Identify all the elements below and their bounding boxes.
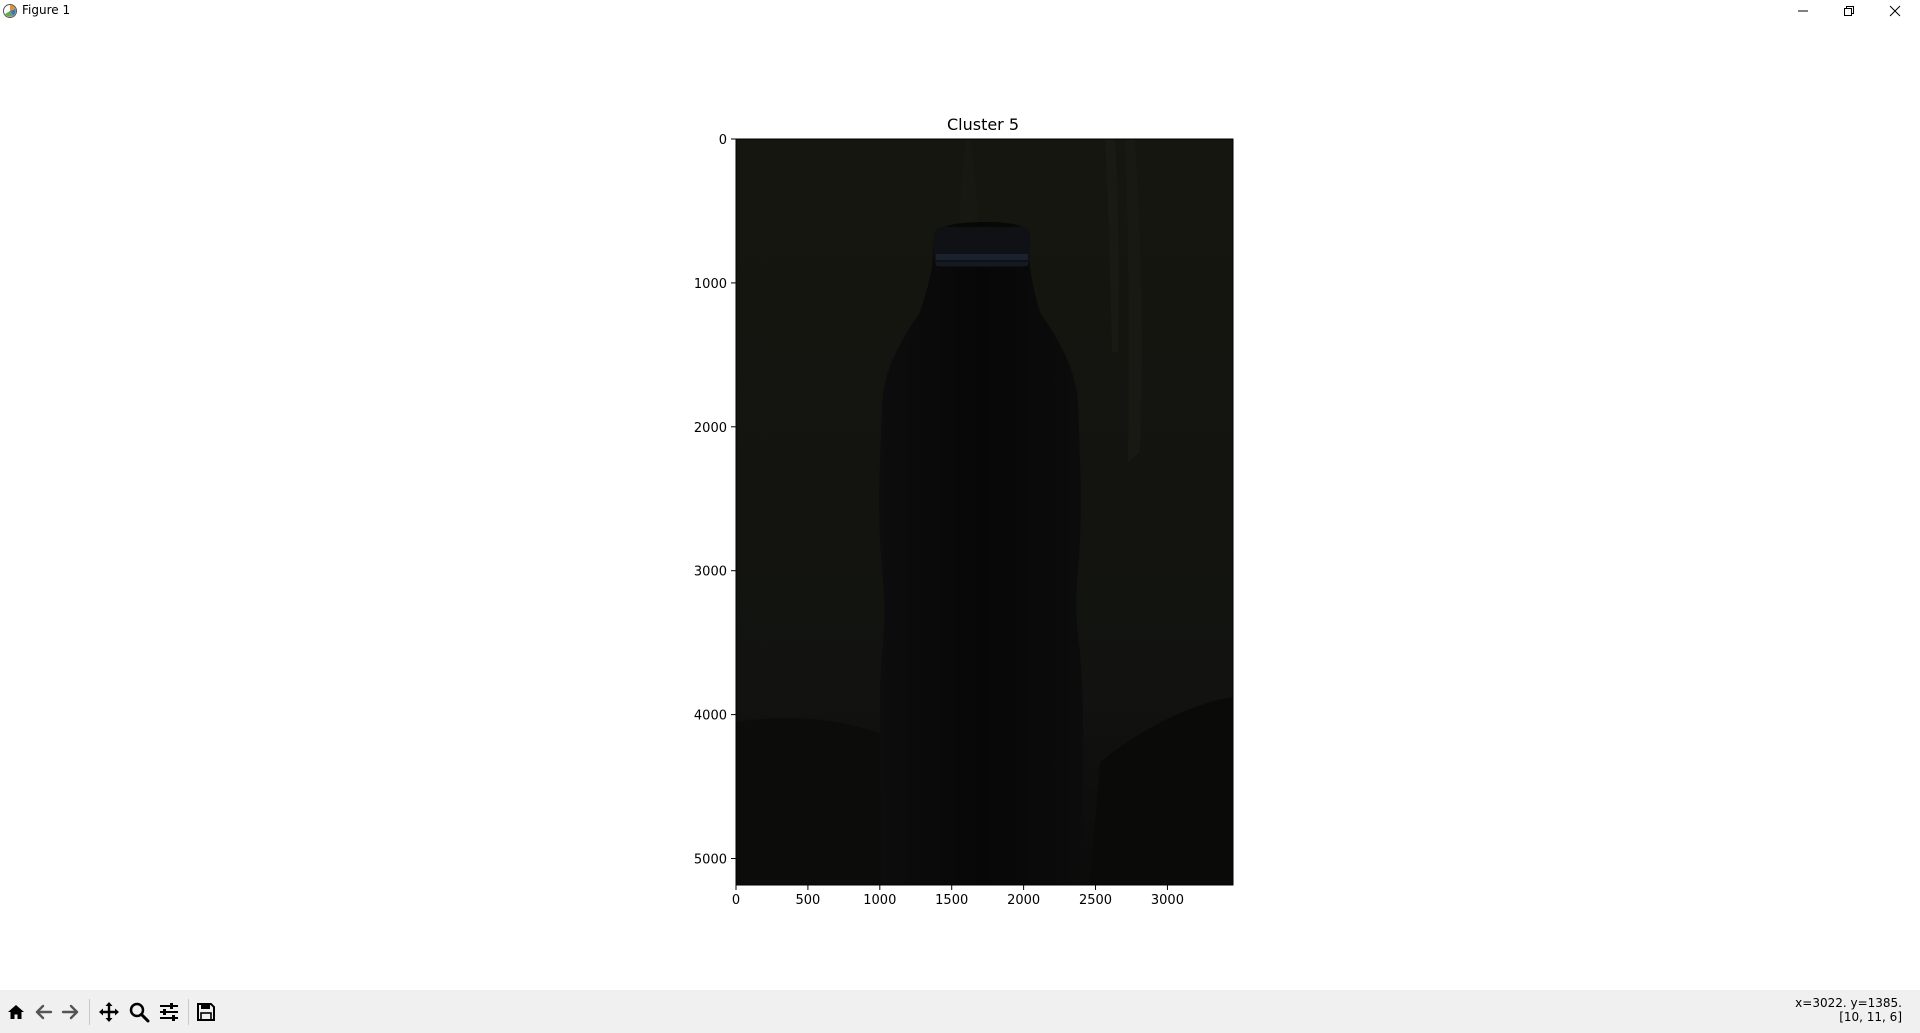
title-bar: Figure 1 — [0, 0, 1920, 23]
figure-canvas[interactable]: Cluster 5 0 500 1000 1500 2000 2500 3000 0 1000… — [0, 22, 1920, 990]
maximize-button[interactable] — [1826, 0, 1872, 22]
y-tick-label: 3000 — [694, 565, 727, 580]
x-tick-label: 2500 — [1079, 893, 1112, 908]
y-tick-label: 0 — [719, 133, 727, 148]
axes-title: Cluster 5 — [947, 115, 1019, 134]
x-tick-label: 3000 — [1151, 893, 1184, 908]
x-tick-label: 2000 — [1007, 893, 1040, 908]
x-tick-label: 0 — [732, 893, 740, 908]
configure-subplots-button[interactable] — [156, 999, 182, 1025]
pixel-value-text: [10, 11, 6] — [1839, 1010, 1902, 1024]
minimize-icon — [1798, 10, 1808, 12]
forward-button[interactable] — [57, 999, 83, 1025]
pan-button[interactable] — [96, 999, 122, 1025]
x-tick-label: 1000 — [863, 893, 896, 908]
home-icon — [8, 1005, 24, 1019]
restore-icon — [1844, 6, 1854, 16]
y-tick-label: 2000 — [694, 421, 727, 436]
toolbar-separator — [188, 999, 189, 1025]
arrow-left-icon — [35, 1004, 53, 1020]
arrow-right-icon — [61, 1004, 79, 1020]
cursor-position-text: x=3022. y=1385. — [1795, 996, 1902, 1010]
matplotlib-icon — [3, 4, 17, 18]
y-tick-label: 1000 — [694, 277, 727, 292]
move-icon — [99, 1002, 119, 1022]
close-icon — [1889, 5, 1901, 17]
sliders-icon — [160, 1003, 178, 1021]
toolbar-separator — [89, 999, 90, 1025]
navigation-toolbar: x=3022. y=1385. [10, 11, 6] — [0, 990, 1920, 1033]
back-button[interactable] — [31, 999, 57, 1025]
floppy-disk-icon — [197, 1003, 215, 1021]
home-button[interactable] — [3, 999, 29, 1025]
zoom-button[interactable] — [126, 999, 152, 1025]
cursor-coordinates: x=3022. y=1385. [10, 11, 6] — [1795, 996, 1902, 1024]
y-tick-label: 5000 — [694, 853, 727, 868]
save-button[interactable] — [193, 999, 219, 1025]
window-title: Figure 1 — [22, 3, 71, 17]
image-content — [736, 139, 1233, 885]
x-tick-label: 1500 — [935, 893, 968, 908]
y-tick-label: 4000 — [694, 709, 727, 724]
x-axis: 0 500 1000 1500 2000 2500 3000 — [732, 885, 1184, 908]
magnifier-icon — [129, 1002, 150, 1023]
plot-area[interactable]: Cluster 5 0 500 1000 1500 2000 2500 3000 0 1000… — [0, 22, 1920, 990]
close-button[interactable] — [1872, 0, 1918, 22]
minimize-button[interactable] — [1780, 0, 1826, 22]
x-tick-label: 500 — [795, 893, 820, 908]
y-axis: 0 1000 2000 3000 4000 5000 — [694, 133, 736, 868]
